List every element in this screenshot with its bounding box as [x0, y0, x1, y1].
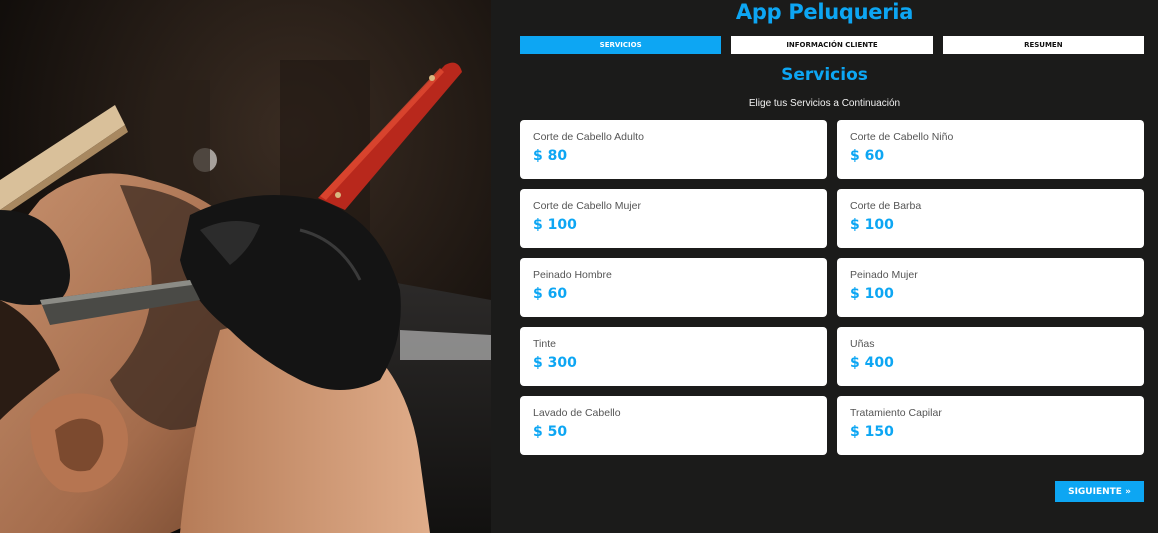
services-grid: Corte de Cabello Adulto $ 80 Corte de Ca… [520, 120, 1144, 455]
service-name: Peinado Mujer [850, 269, 918, 281]
tab-informacion-cliente[interactable]: Información Cliente [731, 36, 933, 54]
service-card[interactable]: Tinte $ 300 [520, 327, 827, 386]
service-card[interactable]: Corte de Cabello Adulto $ 80 [520, 120, 827, 179]
service-price: $ 300 [533, 355, 577, 371]
service-price: $ 400 [850, 355, 894, 371]
next-button[interactable]: Siguiente » [1055, 481, 1144, 502]
service-name: Corte de Barba [850, 200, 922, 212]
service-price: $ 60 [850, 148, 885, 164]
service-name: Tinte [533, 338, 556, 350]
barber-shaving-illustration [0, 0, 491, 533]
service-price: $ 50 [533, 424, 568, 440]
service-price: $ 80 [533, 148, 568, 164]
tab-servicios[interactable]: Servicios [520, 36, 722, 54]
service-price: $ 60 [533, 286, 568, 302]
hero-image [0, 0, 491, 533]
service-price: $ 150 [850, 424, 894, 440]
tab-resumen[interactable]: Resumen [942, 36, 1144, 54]
service-card[interactable]: Corte de Cabello Niño $ 60 [837, 120, 1144, 179]
service-price: $ 100 [850, 286, 894, 302]
service-name: Uñas [850, 338, 875, 350]
service-card[interactable]: Uñas $ 400 [837, 327, 1144, 386]
service-name: Lavado de Cabello [533, 407, 621, 419]
service-card[interactable]: Peinado Mujer $ 100 [837, 258, 1144, 317]
service-card[interactable]: Lavado de Cabello $ 50 [520, 396, 827, 455]
section-subtitle: Elige tus Servicios a Continuación [748, 98, 901, 109]
app-title: App Peluqueria [735, 0, 914, 24]
service-card[interactable]: Corte de Cabello Mujer $ 100 [520, 189, 827, 248]
service-price: $ 100 [533, 217, 577, 233]
service-card[interactable]: Tratamiento Capilar $ 150 [837, 396, 1144, 455]
service-card[interactable]: Corte de Barba $ 100 [837, 189, 1144, 248]
step-tabs: Servicios Información Cliente Resumen [520, 36, 1144, 54]
service-name: Corte de Cabello Mujer [533, 200, 641, 212]
service-name: Tratamiento Capilar [850, 407, 942, 419]
app-panel: App Peluqueria Servicios Información Cli… [491, 0, 1158, 533]
section-title: Servicios [781, 65, 868, 85]
service-name: Corte de Cabello Adulto [533, 131, 644, 143]
service-price: $ 100 [850, 217, 894, 233]
service-card[interactable]: Peinado Hombre $ 60 [520, 258, 827, 317]
service-name: Corte de Cabello Niño [850, 131, 954, 143]
service-name: Peinado Hombre [533, 269, 612, 281]
